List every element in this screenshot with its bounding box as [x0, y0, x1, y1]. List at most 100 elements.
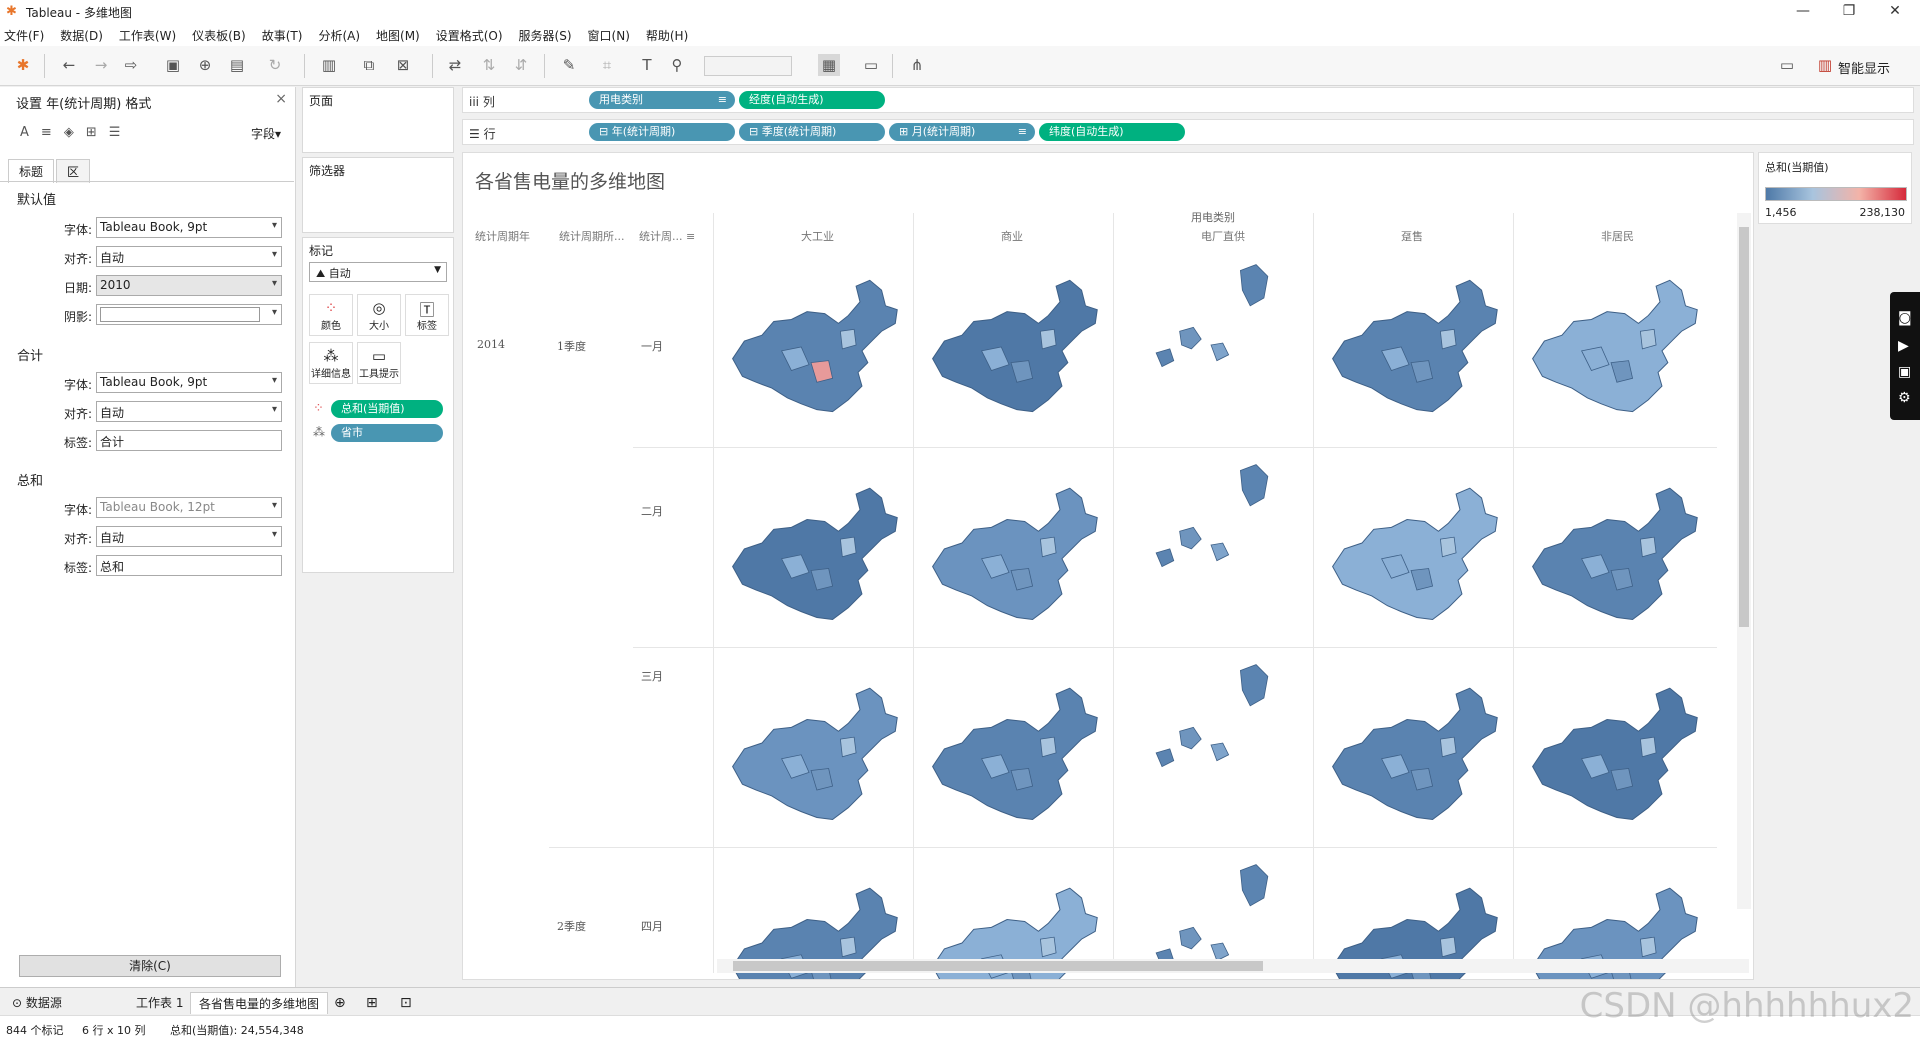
settings-icon[interactable]: ⚙ — [1898, 390, 1911, 406]
province-shape[interactable] — [1210, 742, 1230, 762]
menu-format[interactable]: 设置格式(O) — [436, 27, 503, 44]
province-shape[interactable] — [1155, 548, 1175, 568]
video-icon[interactable]: ▶ — [1898, 338, 1909, 354]
menu-server[interactable]: 服务器(S) — [519, 27, 572, 44]
replay-icon[interactable]: ⇨ — [120, 54, 142, 76]
pin-icon[interactable]: ⚲ — [666, 54, 688, 76]
province-shape[interactable] — [1439, 328, 1457, 350]
borders-format-icon[interactable]: ⊞ — [86, 125, 97, 140]
highlight-icon[interactable]: ✎ — [558, 54, 580, 76]
horizontal-scroll-thumb[interactable] — [733, 961, 1263, 971]
vertical-scroll-thumb[interactable] — [1739, 227, 1749, 627]
province-shape[interactable] — [1210, 942, 1230, 962]
window-icon[interactable]: ▣ — [1898, 364, 1911, 380]
sheet1-tab[interactable]: 工作表 1 — [128, 992, 191, 1014]
col-pill-category[interactable]: 用电类别 ≡ — [589, 91, 735, 109]
presentation-icon[interactable]: ▭ — [860, 54, 882, 76]
province-shape[interactable] — [1179, 326, 1202, 350]
province-shape[interactable] — [1210, 342, 1230, 362]
label-button[interactable]: 🅃 标签 — [405, 294, 449, 336]
color-button[interactable]: ⁘ 颜色 — [309, 294, 353, 336]
detail-button[interactable]: ⁂ 详细信息 — [309, 342, 353, 384]
lines-format-icon[interactable]: ☰ — [109, 125, 121, 140]
horizontal-scrollbar[interactable] — [717, 959, 1749, 973]
datasource-tab[interactable]: ⊙ 数据源 — [4, 992, 70, 1014]
close-panel-icon[interactable]: × — [275, 91, 287, 107]
province-shape[interactable] — [1039, 736, 1057, 758]
default-shading-select[interactable]: ▾ — [96, 304, 282, 325]
province-map[interactable] — [1513, 249, 1709, 439]
province-shape[interactable] — [1332, 279, 1498, 413]
new-datasource-icon[interactable]: ⊕ — [194, 54, 216, 76]
share-icon[interactable]: ⋔ — [906, 54, 928, 76]
sort-desc-icon[interactable]: ⇵ — [510, 54, 532, 76]
province-shape[interactable] — [1332, 687, 1498, 820]
province-shape[interactable] — [1210, 542, 1230, 562]
province-shape[interactable] — [1532, 487, 1698, 620]
mark-type-select[interactable]: ⛰ 自动 ▼ — [309, 262, 447, 282]
province-map[interactable] — [913, 449, 1109, 639]
province-shape[interactable] — [732, 687, 898, 820]
province-map[interactable] — [1313, 249, 1509, 439]
tooltip-icon[interactable]: ▭ — [1776, 54, 1798, 76]
font-format-icon[interactable]: A — [20, 125, 29, 140]
menu-data[interactable]: 数据(D) — [60, 27, 103, 44]
row-pill-latitude[interactable]: 纬度(自动生成) — [1039, 123, 1185, 141]
province-shape[interactable] — [1639, 736, 1657, 758]
province-map[interactable] — [1513, 649, 1709, 839]
column-header[interactable]: 电厂直供 — [1201, 228, 1245, 244]
pause-update-icon[interactable]: ▤ — [226, 54, 248, 76]
tooltip-button[interactable]: ▭ 工具提示 — [357, 342, 401, 384]
row-pill-month[interactable]: ⊞ 月(统计周期) ≡ — [889, 123, 1035, 141]
province-shape[interactable] — [1439, 736, 1457, 758]
new-story-icon[interactable]: ⊡ — [392, 992, 420, 1014]
menu-worksheet[interactable]: 工作表(W) — [119, 27, 176, 44]
row-header-quarter[interactable]: 统计周期所... — [559, 228, 625, 244]
province-shape[interactable] — [932, 687, 1098, 820]
province-shape[interactable] — [1639, 536, 1657, 558]
menu-analysis[interactable]: 分析(A) — [318, 27, 360, 44]
province-map[interactable] — [913, 249, 1109, 439]
province-map[interactable] — [1113, 649, 1309, 839]
province-shape[interactable] — [1332, 487, 1498, 620]
close-button[interactable]: ✕ — [1872, 0, 1918, 24]
province-shape[interactable] — [732, 487, 898, 620]
refresh-icon[interactable]: ↻ — [264, 54, 286, 76]
undo-icon[interactable]: ← — [58, 54, 80, 76]
row-header-month[interactable]: 统计周... ≡ — [639, 228, 695, 244]
col-pill-longitude[interactable]: 经度(自动生成) — [739, 91, 885, 109]
province-shape[interactable] — [1239, 864, 1269, 907]
default-align-select[interactable]: 自动 ▾ — [96, 246, 282, 267]
fit-select[interactable] — [704, 56, 792, 76]
smart-show-icon[interactable]: ▥ — [1814, 54, 1836, 76]
province-shape[interactable] — [1532, 687, 1698, 820]
alignment-format-icon[interactable]: ≡ — [41, 125, 52, 140]
size-button[interactable]: ◎ 大小 — [357, 294, 401, 336]
tab-header[interactable]: 标题 — [8, 159, 55, 183]
minimize-button[interactable]: — — [1780, 0, 1826, 24]
province-shape[interactable] — [1155, 348, 1175, 368]
columns-shelf[interactable]: iii 列 用电类别 ≡ 经度(自动生成) — [462, 87, 1914, 113]
grand-font-select[interactable]: Tableau Book, 12pt ▾ — [96, 497, 282, 518]
province-map[interactable] — [1313, 649, 1509, 839]
province-map[interactable] — [713, 649, 909, 839]
default-font-select[interactable]: Tableau Book, 9pt ▾ — [96, 217, 282, 238]
redo-icon[interactable]: → — [90, 54, 112, 76]
menu-story[interactable]: 故事(T) — [262, 27, 303, 44]
smart-show-label[interactable]: 智能显示 — [1838, 58, 1890, 77]
filters-card[interactable]: 筛选器 — [302, 157, 454, 233]
mark-pill-province[interactable]: 省市 — [331, 424, 443, 442]
province-shape[interactable] — [839, 736, 857, 758]
province-shape[interactable] — [932, 279, 1098, 413]
province-shape[interactable] — [1239, 464, 1269, 507]
province-shape[interactable] — [1039, 328, 1057, 350]
duplicate-sheet-icon[interactable]: ⧉ — [358, 54, 380, 76]
show-cards-icon[interactable]: ▦ — [818, 54, 840, 76]
province-shape[interactable] — [1155, 748, 1175, 768]
row-pill-quarter[interactable]: ⊟ 季度(统计周期) — [739, 123, 885, 141]
menu-help[interactable]: 帮助(H) — [646, 27, 688, 44]
column-header[interactable]: 大工业 — [801, 228, 834, 244]
maximize-button[interactable]: ❐ — [1826, 0, 1872, 24]
totals-align-select[interactable]: 自动 ▾ — [96, 401, 282, 422]
totals-font-select[interactable]: Tableau Book, 9pt ▾ — [96, 372, 282, 393]
